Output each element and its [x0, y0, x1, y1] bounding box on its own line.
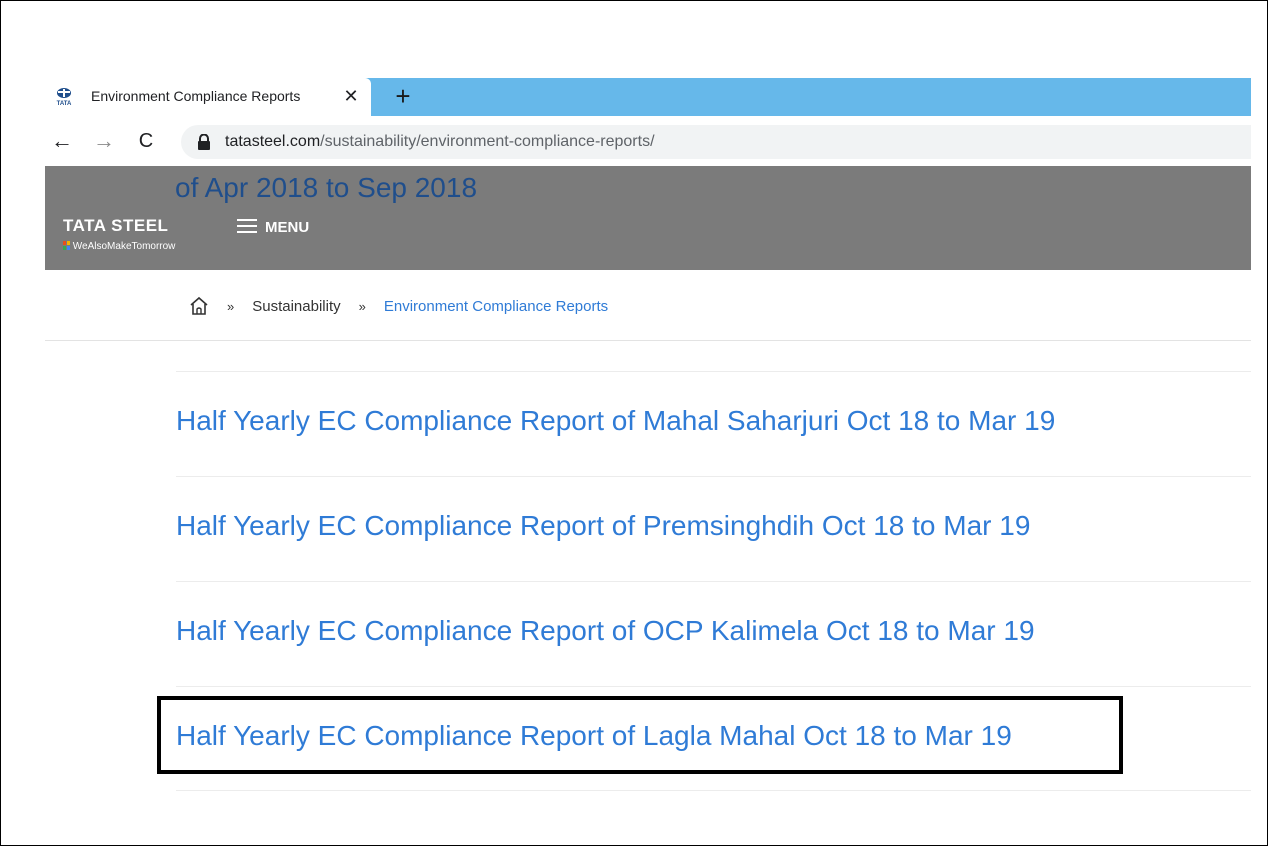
scrolled-page-title: of Apr 2018 to Sep 2018 [175, 172, 478, 203]
report-link-mahal-saharjuri[interactable]: Half Yearly EC Compliance Report of Maha… [176, 405, 1055, 437]
leaf-icon [63, 241, 70, 250]
svg-text:TATA: TATA [57, 101, 72, 107]
breadcrumb-current[interactable]: Environment Compliance Reports [384, 298, 608, 315]
report-link-ocp-kalimela[interactable]: Half Yearly EC Compliance Report of OCP … [176, 615, 1035, 647]
site-header: of Apr 2018 to Sep 2018 TATA STEEL WeAls… [45, 166, 1251, 270]
tata-logo-icon: TATA [57, 88, 72, 107]
home-icon[interactable] [189, 296, 209, 316]
site-tagline: WeAlsoMakeTomorrow [63, 241, 175, 252]
back-arrow-icon[interactable]: ← [49, 128, 75, 154]
menu-button[interactable]: MENU [237, 216, 309, 238]
breadcrumb-separator: » [227, 298, 235, 314]
highlight-box [157, 696, 1123, 774]
forward-arrow-icon[interactable]: → [91, 128, 117, 154]
url-text: tatasteel.com/sustainability/environment… [225, 133, 655, 153]
navigation-bar: ← → C tatasteel.com/sustainability/envir… [45, 116, 1251, 166]
url-path: /sustainability/environment-compliance-r… [320, 133, 655, 150]
tagline-text: WeAlsoMakeTomorrow [72, 241, 176, 252]
url-host: tatasteel.com [225, 133, 321, 150]
breadcrumb: » Sustainability » Environment Complianc… [189, 294, 608, 318]
address-bar[interactable]: tatasteel.com/sustainability/environment… [181, 125, 1251, 159]
report-link-premsinghdih[interactable]: Half Yearly EC Compliance Report of Prem… [176, 510, 1030, 542]
breadcrumb-sustainability[interactable]: Sustainability [252, 298, 340, 315]
breadcrumb-separator: » [358, 298, 366, 314]
list-item: Half Yearly EC Compliance Report of Prem… [176, 476, 1251, 581]
reload-icon[interactable]: C [133, 128, 159, 154]
close-icon[interactable]: ✕ [341, 86, 361, 106]
new-tab-button[interactable]: + [389, 82, 417, 110]
lock-icon [198, 134, 210, 150]
hamburger-icon [237, 219, 257, 233]
site-logo[interactable]: TATA STEEL [63, 216, 168, 236]
tab-title: Environment Compliance Reports [91, 88, 301, 104]
menu-label: MENU [265, 219, 310, 236]
browser-tab[interactable]: TATA Environment Compliance Reports ✕ [45, 78, 371, 116]
list-item: Half Yearly EC Compliance Report of OCP … [176, 581, 1251, 686]
divider [45, 340, 1251, 341]
tab-strip: TATA Environment Compliance Reports ✕ + [45, 78, 1251, 116]
list-item: Half Yearly EC Compliance Report of Maha… [176, 371, 1251, 476]
